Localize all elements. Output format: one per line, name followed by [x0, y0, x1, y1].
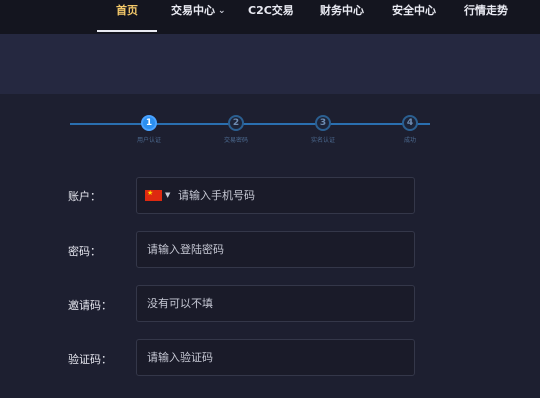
password-label: 密码：: [68, 245, 101, 258]
registration-steps: 1 用户认证 2 交易密码 3 实名认证 4 成功: [0, 94, 540, 154]
captcha-input-placeholder: 请输入验证码: [147, 351, 213, 364]
captcha-label: 验证码：: [68, 353, 112, 366]
top-nav: 首页 交易中心 ⌄ C2C交易 财务中心 安全中心 行情走势: [0, 0, 540, 34]
nav-home[interactable]: 首页: [97, 0, 157, 34]
nav-trade-center-label: 交易中心: [171, 4, 215, 17]
step-1-indicator: 1: [141, 115, 157, 131]
step-4-label: 成功: [403, 137, 416, 144]
invite-code-input-placeholder: 没有可以不填: [147, 297, 213, 310]
steps-progress-line: [70, 123, 430, 125]
step-1-label: 用户认证: [136, 137, 161, 144]
invite-code-input[interactable]: 没有可以不填: [136, 285, 415, 322]
phone-input[interactable]: ★ ▼ 请输入手机号码: [136, 177, 415, 214]
account-label: 账户：: [68, 190, 101, 203]
nav-finance[interactable]: 财务中心: [320, 0, 364, 34]
cn-flag-icon[interactable]: ★: [145, 189, 162, 201]
page-banner: [0, 34, 540, 94]
phone-input-placeholder: 请输入手机号码: [178, 189, 255, 202]
step-4-indicator: 4: [402, 115, 418, 131]
nav-c2c[interactable]: C2C交易: [248, 0, 294, 34]
invite-code-label: 邀请码：: [68, 299, 112, 312]
chevron-down-icon: ⌄: [218, 6, 226, 16]
step-3-label: 实名认证: [310, 137, 335, 144]
captcha-input[interactable]: 请输入验证码: [136, 339, 415, 376]
nav-trade-center[interactable]: 交易中心 ⌄: [171, 0, 226, 34]
nav-finance-label: 财务中心: [320, 4, 364, 17]
password-input[interactable]: 请输入登陆密码: [136, 231, 415, 268]
password-input-placeholder: 请输入登陆密码: [147, 243, 224, 256]
caret-down-icon[interactable]: ▼: [165, 191, 170, 199]
step-3-indicator: 3: [315, 115, 331, 131]
nav-market-label: 行情走势: [464, 4, 508, 17]
nav-home-label: 首页: [116, 4, 138, 17]
step-2-label: 交易密码: [223, 137, 248, 144]
nav-security[interactable]: 安全中心: [392, 0, 436, 34]
nav-market[interactable]: 行情走势: [464, 0, 508, 34]
nav-security-label: 安全中心: [392, 4, 436, 17]
nav-c2c-label: C2C交易: [248, 4, 294, 17]
nav-active-indicator: [97, 30, 157, 32]
step-2-indicator: 2: [228, 115, 244, 131]
